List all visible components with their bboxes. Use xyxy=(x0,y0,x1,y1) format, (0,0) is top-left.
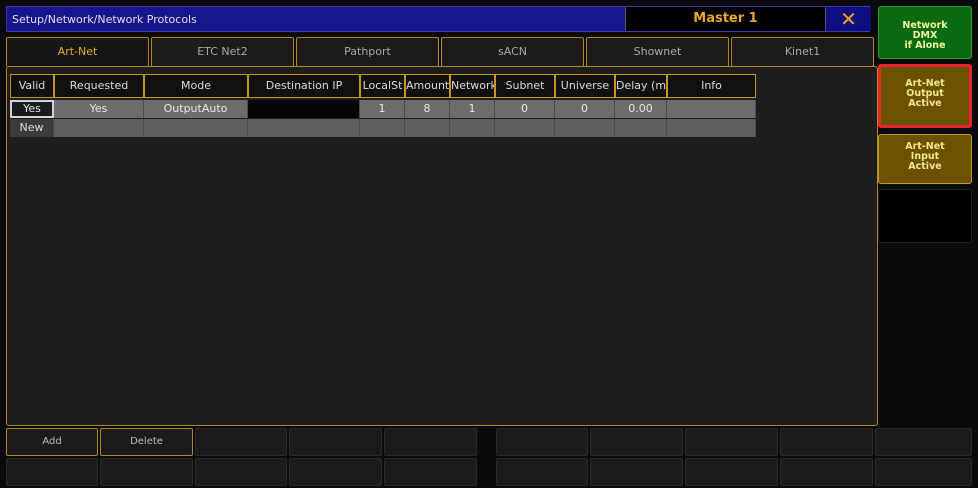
cell-destination-ip[interactable] xyxy=(248,100,360,118)
cell-empty[interactable] xyxy=(667,119,756,137)
empty-button[interactable] xyxy=(195,428,287,456)
artnet-output-button[interactable]: Art-Net Output Active xyxy=(878,64,972,128)
column-header-destination-ip[interactable]: Destination IP xyxy=(248,74,360,98)
column-header-localst[interactable]: LocalSt xyxy=(360,74,405,98)
tab-pathport[interactable]: Pathport xyxy=(296,37,439,67)
cell-empty[interactable] xyxy=(360,119,405,137)
empty-button[interactable] xyxy=(590,428,683,456)
empty-button[interactable] xyxy=(384,428,477,456)
tab-artnet[interactable]: Art-Net xyxy=(6,37,149,67)
breadcrumb: Setup/Network/Network Protocols xyxy=(12,13,197,26)
empty-button[interactable] xyxy=(496,428,588,456)
column-header-requested[interactable]: Requested xyxy=(54,74,144,98)
cell-empty[interactable] xyxy=(144,119,248,137)
cell-delay[interactable]: 0.00 xyxy=(615,100,667,118)
tab-etc-net2[interactable]: ETC Net2 xyxy=(151,37,294,67)
column-header-delay[interactable]: Delay (ms xyxy=(615,74,667,98)
column-header-valid[interactable]: Valid xyxy=(10,74,54,98)
cell-empty[interactable] xyxy=(248,119,360,137)
main-panel: Valid Requested Mode Destination IP Loca… xyxy=(6,66,878,426)
add-button[interactable]: Add xyxy=(6,428,98,456)
cell-empty[interactable] xyxy=(54,119,144,137)
cell-amount[interactable]: 8 xyxy=(405,100,450,118)
empty-button[interactable] xyxy=(780,428,873,456)
column-header-network[interactable]: Network xyxy=(450,74,495,98)
column-header-info[interactable]: Info xyxy=(667,74,756,98)
network-dmx-label: Network DMX if Alone xyxy=(902,20,948,51)
cell-new[interactable]: New xyxy=(10,119,54,137)
empty-button[interactable] xyxy=(289,458,382,486)
protocol-tabs: Art-Net ETC Net2 Pathport sACN Shownet K… xyxy=(6,37,876,67)
column-header-subnet[interactable]: Subnet xyxy=(495,74,555,98)
empty-button[interactable] xyxy=(384,458,477,486)
master-display[interactable]: Master 1 xyxy=(625,7,825,31)
cell-universe[interactable]: 0 xyxy=(555,100,615,118)
tab-sacn[interactable]: sACN xyxy=(441,37,584,67)
cell-empty[interactable] xyxy=(405,119,450,137)
empty-button[interactable] xyxy=(496,458,588,486)
cell-subnet[interactable]: 0 xyxy=(495,100,555,118)
column-header-amount[interactable]: Amount xyxy=(405,74,450,98)
empty-button[interactable] xyxy=(195,458,287,486)
artnet-input-label: Art-Net Input Active xyxy=(905,141,945,172)
empty-side-slot xyxy=(878,189,972,243)
empty-button[interactable] xyxy=(6,458,98,486)
cell-requested[interactable]: Yes xyxy=(54,100,144,118)
tab-shownet[interactable]: Shownet xyxy=(586,37,729,67)
cell-valid[interactable]: Yes xyxy=(10,100,54,118)
empty-button[interactable] xyxy=(590,458,683,486)
empty-button[interactable] xyxy=(780,458,873,486)
cell-empty[interactable] xyxy=(495,119,555,137)
artnet-input-button[interactable]: Art-Net Input Active xyxy=(878,134,972,184)
empty-button[interactable] xyxy=(685,428,778,456)
tab-kinet1[interactable]: Kinet1 xyxy=(731,37,874,67)
close-icon: ✕ xyxy=(840,7,857,31)
artnet-output-label: Art-Net Output Active xyxy=(905,78,945,109)
empty-button[interactable] xyxy=(875,428,972,456)
cell-empty[interactable] xyxy=(615,119,667,137)
network-dmx-button[interactable]: Network DMX if Alone xyxy=(878,6,972,59)
delete-button[interactable]: Delete xyxy=(100,428,193,456)
cell-mode[interactable]: OutputAuto xyxy=(144,100,248,118)
cell-network[interactable]: 1 xyxy=(450,100,495,118)
column-header-universe[interactable]: Universe xyxy=(555,74,615,98)
cell-empty[interactable] xyxy=(450,119,495,137)
column-header-mode[interactable]: Mode xyxy=(144,74,248,98)
empty-button[interactable] xyxy=(875,458,972,486)
empty-button[interactable] xyxy=(289,428,382,456)
empty-button[interactable] xyxy=(100,458,193,486)
cell-localst[interactable]: 1 xyxy=(360,100,405,118)
cell-empty[interactable] xyxy=(555,119,615,137)
close-button[interactable]: ✕ xyxy=(825,7,871,31)
cell-info[interactable] xyxy=(667,100,756,118)
empty-button[interactable] xyxy=(685,458,778,486)
title-bar: Setup/Network/Network Protocols Master 1… xyxy=(6,6,871,32)
